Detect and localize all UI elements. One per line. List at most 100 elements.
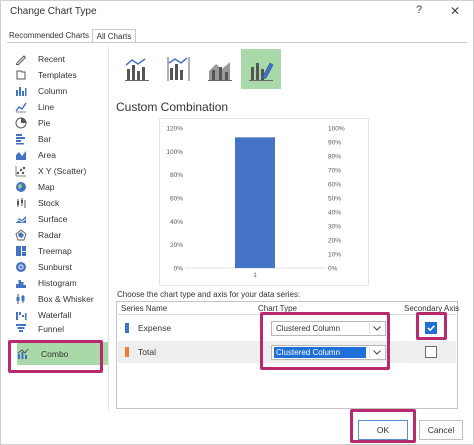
funnel-chart-icon bbox=[15, 323, 27, 335]
series-row-expense: Expense Clustered Column bbox=[118, 317, 456, 339]
sidebar-item-waterfall[interactable]: Waterfall bbox=[11, 307, 107, 323]
secondary-axis-tick-label: 50% bbox=[328, 196, 341, 203]
secondary-axis-tick-label: 100% bbox=[328, 126, 345, 133]
chart-type-sidebar: Recent Templates Column Line Pie Bar Are… bbox=[11, 49, 109, 409]
sidebar-item-stock[interactable]: Stock bbox=[11, 195, 107, 211]
custom-combination-icon bbox=[249, 62, 274, 81]
series-color-swatch bbox=[125, 347, 129, 357]
primary-axis-tick-label: 120% bbox=[166, 126, 183, 133]
chart-type-select-expense[interactable]: Clustered Column bbox=[271, 321, 386, 336]
subtype-clustered-column-line[interactable] bbox=[117, 49, 157, 89]
sidebar-item-pie[interactable]: Pie bbox=[11, 115, 107, 131]
sidebar-item-combo[interactable]: Combo bbox=[17, 342, 109, 365]
secondary-axis-tick-label: 20% bbox=[328, 238, 341, 245]
tab-recommended-charts[interactable]: Recommended Charts bbox=[9, 29, 92, 43]
dialog-title: Change Chart Type bbox=[10, 6, 97, 17]
sidebar-item-label: Templates bbox=[38, 70, 77, 80]
sidebar-item-label: Stock bbox=[38, 198, 60, 208]
primary-axis-tick-label: 0% bbox=[174, 266, 184, 273]
column-chart-icon bbox=[15, 85, 27, 97]
secondary-axis-tick-label: 30% bbox=[328, 224, 341, 231]
sidebar-item-map[interactable]: Map bbox=[11, 179, 107, 195]
header-divider bbox=[118, 314, 456, 315]
sidebar-item-label: Combo bbox=[41, 348, 69, 359]
header-secondary-axis: Secondary Axis bbox=[404, 304, 460, 313]
series-color-swatch bbox=[125, 323, 129, 333]
map-chart-icon bbox=[15, 181, 27, 193]
secondary-axis-tick-label: 90% bbox=[328, 140, 341, 147]
bar-chart-icon bbox=[15, 133, 27, 145]
chart-type-select-total[interactable]: Clustered Column bbox=[271, 345, 386, 360]
secondary-axis-tick-label: 60% bbox=[328, 182, 341, 189]
sidebar-item-line[interactable]: Line bbox=[11, 99, 107, 115]
subtype-custom-combination[interactable] bbox=[241, 49, 281, 89]
pie-chart-icon bbox=[15, 117, 27, 129]
tab-all-charts[interactable]: All Charts bbox=[92, 29, 136, 43]
sidebar-item-sunburst[interactable]: Sunburst bbox=[11, 259, 107, 275]
secondary-axis-tick-label: 0% bbox=[328, 266, 338, 273]
series-row-total: Total Clustered Column bbox=[118, 341, 456, 363]
sidebar-item-area[interactable]: Area bbox=[11, 147, 107, 163]
sidebar-item-label: Recent bbox=[38, 54, 65, 64]
chart-preview: 0% 20% 40% 60% 80% 100% 120% 0% 10% 20% 30% 40% 50% 6… bbox=[119, 118, 411, 286]
sidebar-item-templates[interactable]: Templates bbox=[11, 67, 107, 83]
sidebar-item-treemap[interactable]: Treemap bbox=[11, 243, 107, 259]
change-chart-type-dialog: Change Chart Type ? ✕ Recommended Charts… bbox=[0, 0, 474, 445]
sidebar-item-histogram[interactable]: Histogram bbox=[11, 275, 107, 291]
sidebar-item-label: Area bbox=[38, 150, 56, 160]
header-chart-type: Chart Type bbox=[258, 304, 297, 313]
tab-divider bbox=[7, 42, 467, 43]
chevron-down-icon[interactable] bbox=[369, 347, 384, 358]
subtype-clustered-column-line-secondary[interactable] bbox=[159, 49, 199, 89]
series-name: Expense bbox=[138, 323, 172, 333]
series-prompt: Choose the chart type and axis for your … bbox=[117, 290, 301, 299]
stock-chart-icon bbox=[15, 197, 27, 209]
scatter-chart-icon bbox=[15, 165, 27, 177]
series-name: Total bbox=[138, 347, 156, 357]
panel-divider bbox=[108, 46, 109, 411]
subtype-stacked-area-column[interactable] bbox=[200, 49, 240, 89]
sidebar-item-label: Surface bbox=[38, 214, 68, 224]
sidebar-item-surface[interactable]: Surface bbox=[11, 211, 107, 227]
stacked-area-column-icon bbox=[208, 62, 232, 81]
sidebar-item-label: Treemap bbox=[38, 246, 72, 256]
box-whisker-chart-icon bbox=[15, 293, 27, 305]
secondary-axis-checkbox-total[interactable] bbox=[425, 346, 437, 358]
sidebar-item-label: Pie bbox=[38, 118, 51, 128]
waterfall-chart-icon bbox=[15, 309, 27, 321]
title-bar: Change Chart Type ? ✕ bbox=[1, 1, 473, 23]
sidebar-item-box-whisker[interactable]: Box & Whisker bbox=[11, 291, 107, 307]
close-icon[interactable]: ✕ bbox=[448, 4, 462, 20]
sidebar-item-label: Radar bbox=[38, 230, 62, 240]
radar-chart-icon bbox=[15, 229, 27, 241]
chart-type-value: Clustered Column bbox=[274, 347, 366, 358]
sidebar-item-label: Column bbox=[38, 86, 68, 96]
sidebar-item-label: Map bbox=[38, 182, 55, 192]
sidebar-item-label: Bar bbox=[38, 134, 52, 144]
sidebar-item-recent[interactable]: Recent bbox=[11, 51, 107, 67]
category-tick-label: 1 bbox=[253, 272, 257, 279]
cancel-button[interactable]: Cancel bbox=[419, 420, 463, 440]
chart-svg: 0% 20% 40% 60% 80% 100% 120% 0% 10% 20% 30% 40% 50% 6… bbox=[166, 126, 345, 280]
recent-icon bbox=[15, 53, 27, 65]
treemap-chart-icon bbox=[15, 245, 27, 257]
secondary-axis-tick-label: 70% bbox=[328, 168, 341, 175]
secondary-axis-checkbox-expense[interactable] bbox=[425, 322, 437, 334]
histogram-chart-icon bbox=[15, 277, 27, 289]
sidebar-item-funnel[interactable]: Funnel bbox=[11, 323, 107, 335]
sidebar-item-bar[interactable]: Bar bbox=[11, 131, 107, 147]
sidebar-item-label: Line bbox=[38, 102, 55, 112]
area-chart-icon bbox=[15, 149, 27, 161]
ok-button[interactable]: OK bbox=[358, 420, 408, 440]
bar-expense bbox=[235, 137, 275, 268]
primary-axis-tick-label: 80% bbox=[170, 172, 183, 179]
sidebar-item-label: Waterfall bbox=[38, 310, 72, 320]
sidebar-item-label: X Y (Scatter) bbox=[38, 166, 87, 176]
sidebar-item-radar[interactable]: Radar bbox=[11, 227, 107, 243]
sidebar-item-column[interactable]: Column bbox=[11, 83, 107, 99]
sidebar-item-label: Histogram bbox=[38, 278, 77, 288]
sidebar-item-scatter[interactable]: X Y (Scatter) bbox=[11, 163, 107, 179]
help-icon[interactable]: ? bbox=[412, 4, 426, 20]
clustered-column-line-icon bbox=[125, 58, 149, 81]
chevron-down-icon[interactable] bbox=[369, 323, 384, 334]
